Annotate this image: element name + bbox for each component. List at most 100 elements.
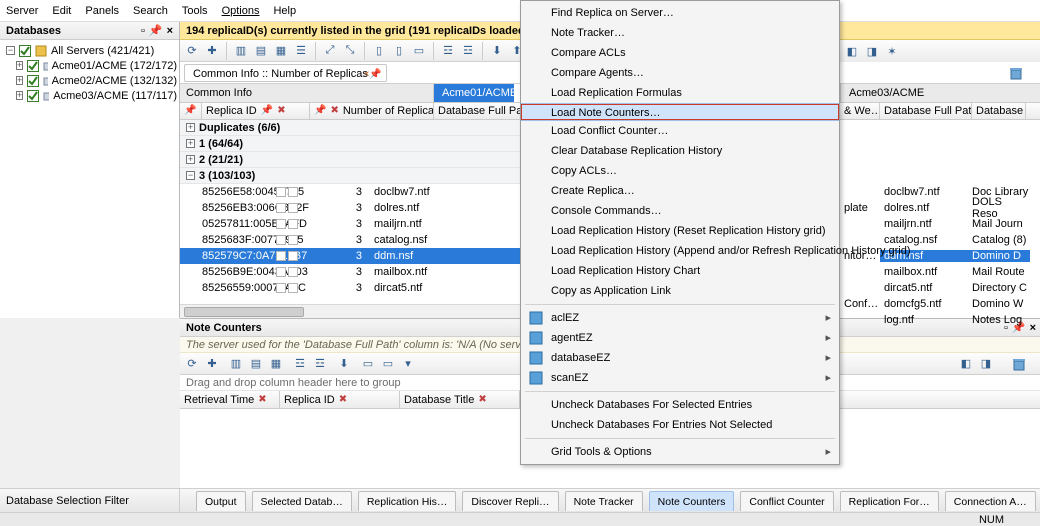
np-col-2[interactable]: Database Title✖ [400, 391, 520, 408]
menu-item[interactable]: Compare ACLs [521, 43, 839, 63]
layout3-icon[interactable]: ▭ [411, 43, 427, 59]
row-chk[interactable] [276, 219, 286, 229]
menu-item[interactable]: Load Replication Formulas [521, 83, 839, 103]
tab[interactable]: Note Counters [649, 491, 735, 511]
np-t11[interactable]: ▾ [400, 356, 416, 372]
tab[interactable]: Conflict Counter [740, 491, 833, 511]
row-chk[interactable] [276, 251, 286, 261]
tab[interactable]: Discover Repli… [462, 491, 558, 511]
np-t5[interactable]: ▦ [268, 356, 284, 372]
col-replicaid[interactable]: Replica ID📌✖ [202, 103, 310, 119]
expander-icon[interactable]: + [186, 123, 195, 132]
menu-item[interactable]: agentEZ [521, 328, 839, 348]
tree-server[interactable]: +Acme01/ACME (172/172) [2, 58, 177, 73]
expand-icon[interactable]: ⤢ [322, 43, 338, 59]
row-chk[interactable] [288, 251, 298, 261]
menu-item[interactable]: Compare Agents… [521, 63, 839, 83]
col-blank[interactable]: 📌 [180, 103, 202, 119]
menu-edit[interactable]: Edit [52, 5, 71, 17]
np-t6[interactable]: ☲ [292, 356, 308, 372]
menu-item[interactable]: aclEZ [521, 308, 839, 328]
np-t1[interactable]: ⟳ [184, 356, 200, 372]
menu-item[interactable]: Copy ACLs… [521, 161, 839, 181]
table-row[interactable]: dircat5.ntfDirectory C [840, 280, 1040, 296]
menu-item[interactable]: Grid Tools & Options [521, 442, 839, 462]
tab[interactable]: Replication His… [358, 491, 457, 511]
tab[interactable]: Note Tracker [565, 491, 643, 511]
tab[interactable]: Connection A… [945, 491, 1036, 511]
checkbox[interactable] [19, 45, 31, 57]
tab[interactable]: Selected Datab… [252, 491, 352, 511]
menu-item[interactable]: Load Replication History (Reset Replicat… [521, 221, 839, 241]
expander-icon[interactable]: + [186, 155, 195, 164]
menu-tools[interactable]: Tools [182, 5, 208, 17]
panel-pin-icon[interactable]: 📌 [149, 22, 163, 40]
tree-server[interactable]: +Acme02/ACME (132/132) [2, 73, 177, 88]
menu-item[interactable]: Console Commands… [521, 201, 839, 221]
col-r1[interactable]: & We… [840, 103, 880, 119]
expander-icon[interactable]: + [16, 76, 23, 85]
np-t3[interactable]: ▥ [228, 356, 244, 372]
col-r3[interactable]: Database T [972, 103, 1026, 119]
col4-icon[interactable]: ☰ [293, 43, 309, 59]
np-t4[interactable]: ▤ [248, 356, 264, 372]
menu-item[interactable]: Uncheck Databases For Entries Not Select… [521, 415, 839, 435]
tree-server[interactable]: +Acme03/ACME (117/117) [2, 88, 177, 103]
expander-icon[interactable]: + [186, 139, 195, 148]
tab[interactable]: Replication For… [840, 491, 939, 511]
menu-item[interactable]: Load Replication History Chart [521, 261, 839, 281]
row-chk[interactable] [276, 187, 286, 197]
np-t10[interactable]: ▭ [380, 356, 396, 372]
row-chk[interactable] [276, 283, 286, 293]
export-icon[interactable]: ⬇ [489, 43, 505, 59]
expander-icon[interactable]: + [16, 61, 23, 70]
np-col-0[interactable]: Retrieval Time✖ [180, 391, 280, 408]
menu-item[interactable]: Uncheck Databases For Selected Entries [521, 395, 839, 415]
menu-item[interactable]: Find Replica on Server… [521, 3, 839, 23]
menu-options[interactable]: Options [222, 5, 260, 17]
np-t2[interactable]: ✚ [204, 356, 220, 372]
rt-icon1[interactable]: ◧ [844, 43, 860, 59]
row-chk[interactable] [276, 235, 286, 245]
col-numreplicas[interactable]: 📌✖Number of Replicas [310, 103, 434, 119]
add-icon[interactable]: ✚ [204, 43, 220, 59]
menu-item[interactable]: Load Note Counters… [521, 103, 839, 121]
menu-item[interactable]: Create Replica… [521, 181, 839, 201]
menu-help[interactable]: Help [273, 5, 296, 17]
row-chk[interactable] [288, 203, 298, 213]
tool2-icon[interactable]: ☲ [460, 43, 476, 59]
tab[interactable]: Output [196, 491, 246, 511]
menu-item[interactable]: Clear Database Replication History [521, 141, 839, 161]
band-server-active[interactable]: Acme01/ACME [434, 84, 514, 102]
menu-item[interactable]: Copy as Application Link [521, 281, 839, 301]
np-trash-icon[interactable] [1012, 357, 1026, 371]
menu-item[interactable]: Note Tracker… [521, 23, 839, 43]
menu-item[interactable]: Load Conflict Counter… [521, 121, 839, 141]
expander-icon[interactable]: + [16, 91, 23, 100]
panel-close-icon[interactable]: × [167, 22, 173, 40]
np-t7[interactable]: ☲ [312, 356, 328, 372]
row-chk[interactable] [288, 283, 298, 293]
refresh-icon[interactable]: ⟳ [184, 43, 200, 59]
rt-icon3[interactable]: ✶ [884, 43, 900, 59]
menu-server[interactable]: Server [6, 5, 38, 17]
table-row[interactable]: Conf…domcfg5.ntfDomino W [840, 296, 1040, 312]
np-col-1[interactable]: Replica ID✖ [280, 391, 400, 408]
tool1-icon[interactable]: ☲ [440, 43, 456, 59]
expander-icon[interactable]: − [6, 46, 15, 55]
menu-panels[interactable]: Panels [85, 5, 119, 17]
checkbox[interactable] [27, 75, 39, 87]
np-t8[interactable]: ⬇ [336, 356, 352, 372]
np-t9[interactable]: ▭ [360, 356, 376, 372]
layout2-icon[interactable]: ▯ [391, 43, 407, 59]
crumb-close-icon[interactable]: ×📌 [364, 66, 382, 84]
table-row[interactable]: log.ntfNotes Log [840, 312, 1040, 328]
collapse-icon[interactable]: ⤡ [342, 43, 358, 59]
expander-icon[interactable]: − [186, 171, 195, 180]
menu-search[interactable]: Search [133, 5, 168, 17]
menu-item[interactable]: Load Replication History (Append and/or … [521, 241, 839, 261]
row-chk[interactable] [276, 267, 286, 277]
checkbox[interactable] [27, 60, 39, 72]
menu-item[interactable]: databaseEZ [521, 348, 839, 368]
tree-root[interactable]: − All Servers (421/421) [2, 43, 177, 58]
